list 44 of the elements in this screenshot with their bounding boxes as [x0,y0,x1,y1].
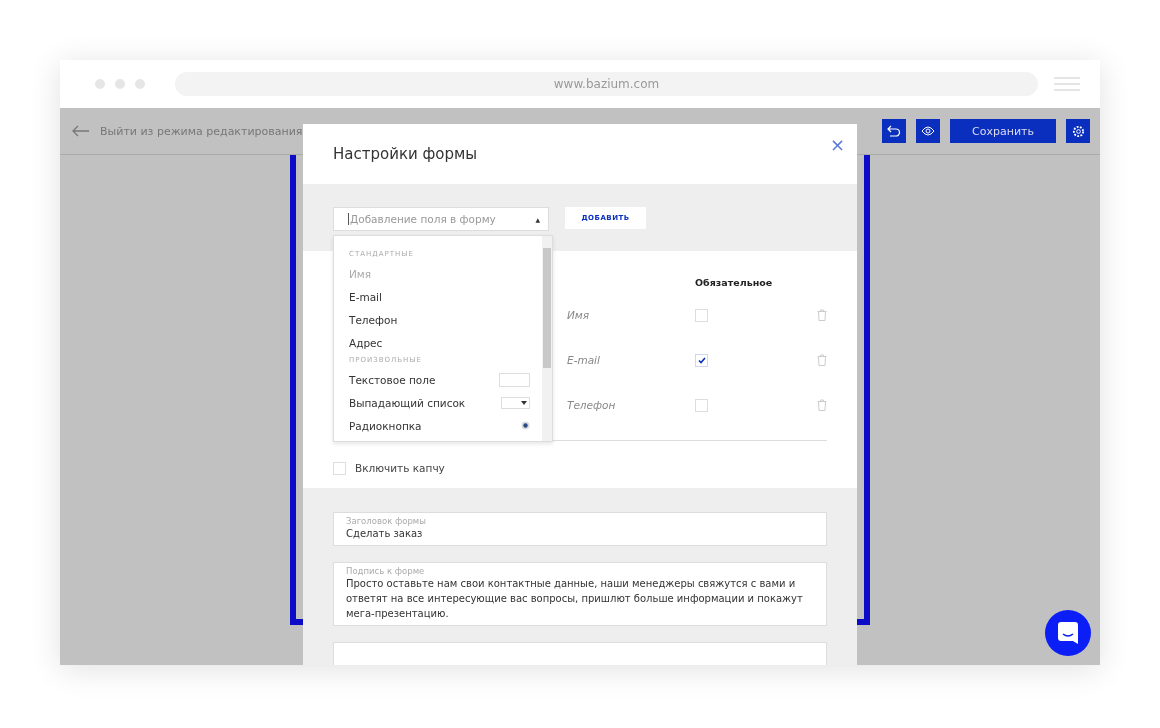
text-input-preview [499,372,530,387]
field-label: Заголовок формы [346,516,427,526]
undo-button[interactable] [882,119,906,143]
scrollbar[interactable] [542,236,552,441]
preview-button[interactable] [916,119,940,143]
dropdown-option[interactable]: E-mail [349,285,542,308]
text-field[interactable]: Заголовок формы Сделать заказ [333,512,827,546]
settings-icon [1071,124,1085,138]
window-dot [115,79,125,89]
column-header: Обязательное [695,277,774,289]
dropdown-option[interactable]: Радиокнопка [349,414,542,437]
trash-icon[interactable] [817,399,827,412]
dropdown-option[interactable]: Телефон [349,308,542,331]
captcha-checkbox[interactable] [333,461,346,475]
trash-icon[interactable] [817,354,827,367]
menu-icon[interactable] [1054,77,1080,91]
eye-icon [921,126,935,136]
caret-icon [521,400,527,405]
settings-button[interactable] [1066,119,1090,143]
select-placeholder: Добавление поля в форму [348,213,536,226]
required-checkbox[interactable] [695,398,708,412]
chat-icon [1058,622,1078,644]
dropdown-option[interactable]: Выпадающий список [349,391,542,414]
field-name: Имя [567,309,591,322]
field-name: E-mail [567,354,601,367]
field-value: Просто оставьте нам свои контактные данные, наши менеджеры свяжутся с вами и ответят на все интересующие вас вопросы, пришлют больше информации и покажут мега-презентацию. [346,577,804,621]
save-button[interactable]: Сохранить [950,119,1056,143]
trash-icon[interactable] [817,309,827,322]
dialog-title: Настройки формы [333,145,478,164]
chat-button[interactable] [1045,610,1091,656]
required-checkbox[interactable] [695,308,708,322]
undo-icon [887,125,901,137]
arrow-left-icon [72,125,90,137]
dropdown-option[interactable]: Текстовое поле [349,368,542,391]
captcha-label: Включить капчу [355,462,445,475]
required-checkbox[interactable] [695,353,708,367]
dropdown-option[interactable]: Адрес [349,331,542,354]
text-field[interactable]: Подпись к форме Просто оставьте нам свои контактные данные, наши менеджеры свяжутся с вами и ответят на все интересующие вас вопросы, пришлют больше информации и покажут мега-презентацию. [333,562,827,626]
window-dot [135,79,145,89]
radio-icon [521,421,530,430]
window-dot [95,79,105,89]
field-label: Подпись к форме [346,566,426,576]
field-name: Телефон [567,399,617,412]
field-value: Сделать заказ [346,527,424,541]
